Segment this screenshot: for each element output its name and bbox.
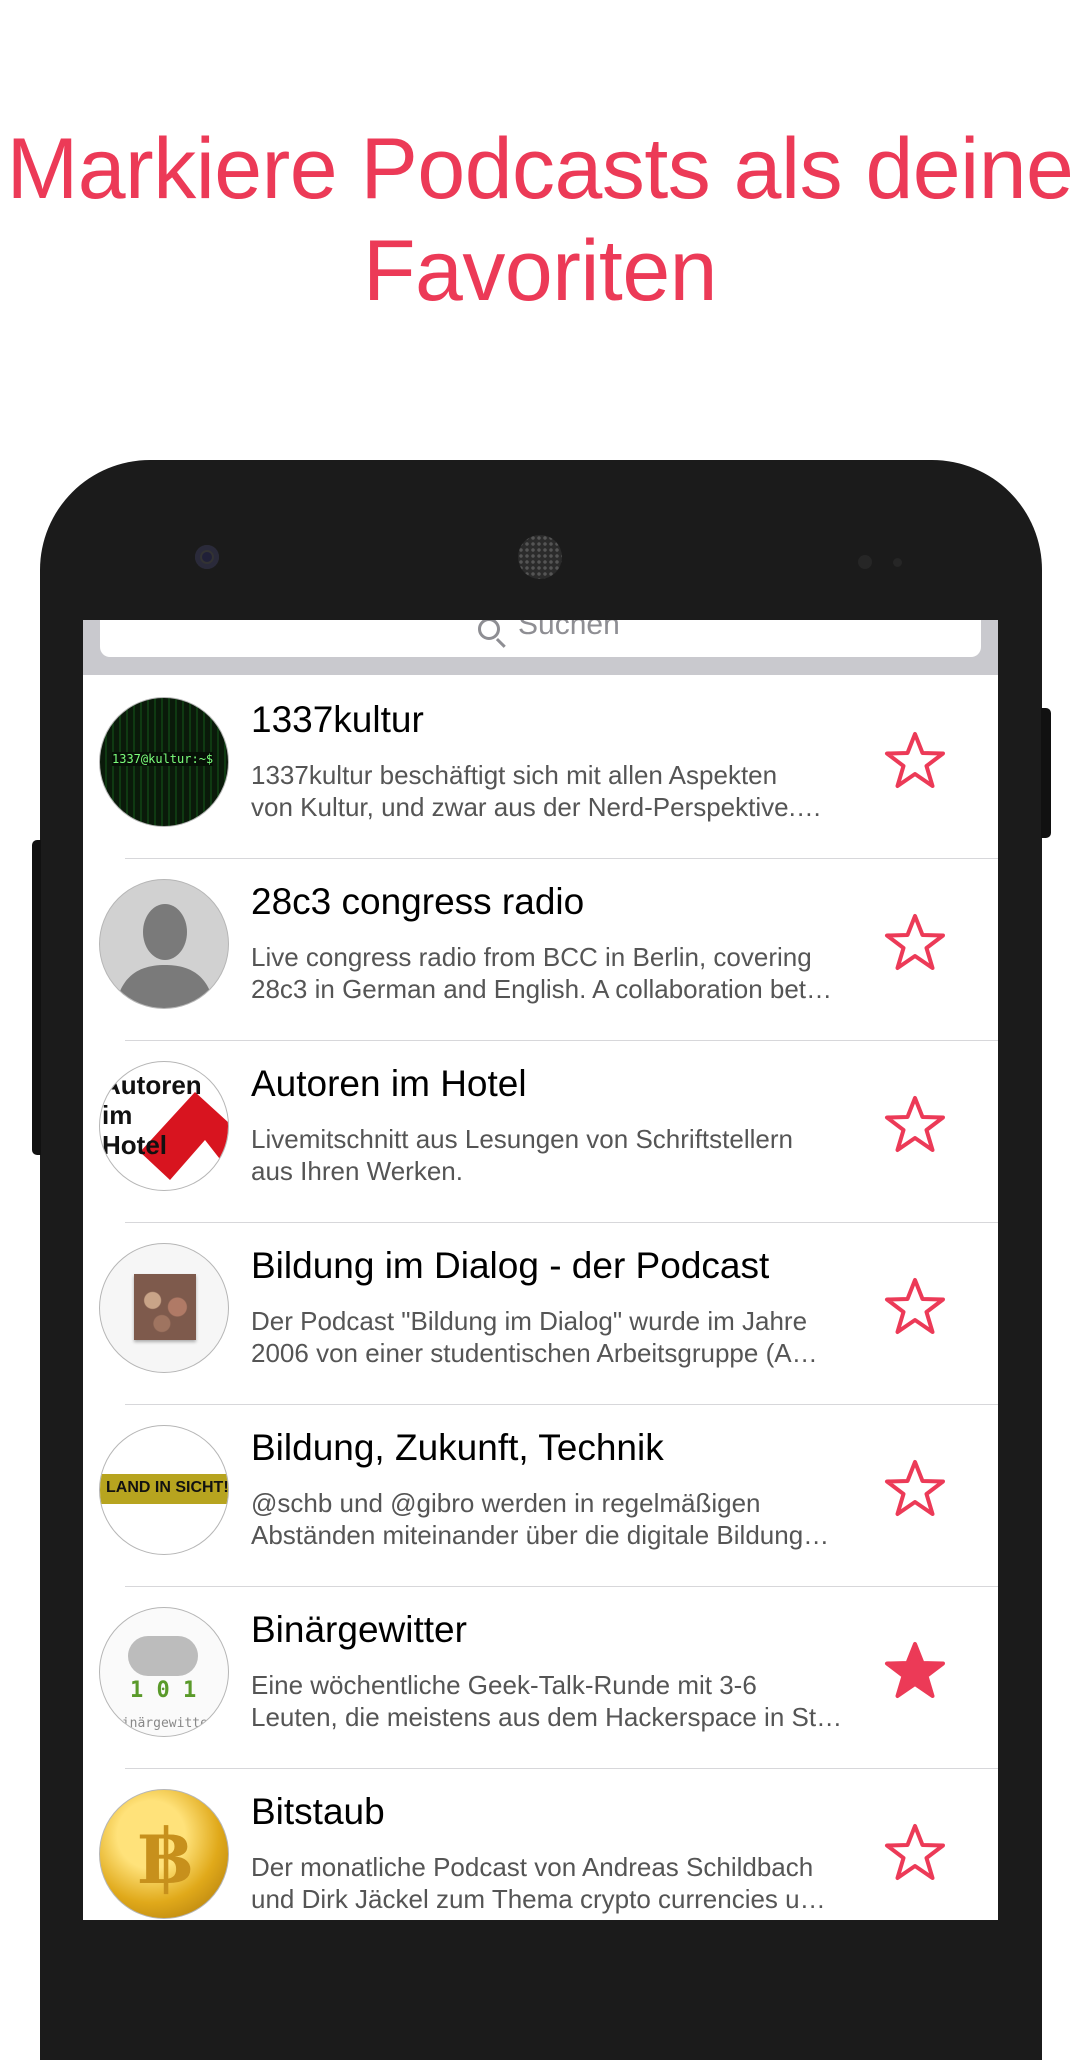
star-outline-icon[interactable] xyxy=(883,1821,947,1885)
podcast-row[interactable]: 1 0 1 binärgewitter Binärgewitter Eine w… xyxy=(83,1587,998,1769)
podcast-description: Live congress radio from BCC in Berlin, … xyxy=(251,941,881,1005)
podcast-row[interactable]: 1337@kultur:~$ 1337kultur 1337kultur bes… xyxy=(83,677,998,859)
star-outline-icon[interactable] xyxy=(883,1457,947,1521)
binary-graphic: 1 0 1 xyxy=(130,1678,197,1703)
light-sensor xyxy=(893,558,902,567)
description-line: von Kultur, und zwar aus der Nerd-Perspe… xyxy=(251,792,822,822)
podcast-artwork: LAND IN SICHT! xyxy=(99,1425,229,1555)
search-bar: Suchen xyxy=(83,620,998,675)
headline-line-2: Favoriten xyxy=(363,223,718,319)
side-button xyxy=(32,840,41,1155)
headline-line-1: Markiere Podcasts als deine xyxy=(6,121,1074,217)
podcast-row[interactable]: 28c3 congress radio Live congress radio … xyxy=(83,859,998,1041)
description-line: Der monatliche Podcast von Andreas Schil… xyxy=(251,1852,814,1882)
podcast-title: Autoren im Hotel xyxy=(251,1063,527,1104)
proximity-sensor xyxy=(858,555,872,569)
phone-screen: Suchen 1337@kultur:~$ 1337kultur 1337kul… xyxy=(83,620,998,1920)
podcast-artwork: Autoren im Hotel xyxy=(99,1061,229,1191)
podcast-title: Bildung im Dialog - der Podcast xyxy=(251,1245,770,1286)
person-placeholder-icon xyxy=(115,904,215,1008)
description-line: Eine wöchentliche Geek-Talk-Runde mit 3-… xyxy=(251,1670,757,1700)
description-line: 2006 von einer studentischen Arbeitsgrup… xyxy=(251,1338,818,1368)
podcast-row[interactable]: Bildung im Dialog - der Podcast Der Podc… xyxy=(83,1223,998,1405)
podcast-description: 1337kultur beschäftigt sich mit allen As… xyxy=(251,759,881,823)
description-line: @schb und @gibro werden in regelmäßigen xyxy=(251,1488,761,1518)
earpiece-speaker-icon xyxy=(518,535,562,579)
description-line: Abständen miteinander über die digitale … xyxy=(251,1520,830,1550)
star-outline-icon[interactable] xyxy=(883,911,947,975)
search-input[interactable]: Suchen xyxy=(100,620,981,657)
headline: Markiere Podcasts als deine Favoriten xyxy=(0,118,1080,322)
podcast-artwork: 1 0 1 binärgewitter xyxy=(99,1607,229,1737)
cloud-graphic xyxy=(128,1636,198,1676)
star-outline-icon[interactable] xyxy=(883,1093,947,1157)
description-line: aus Ihren Werken. xyxy=(251,1156,463,1186)
star-outline-icon[interactable] xyxy=(883,729,947,793)
star-filled-icon[interactable] xyxy=(883,1639,947,1703)
podcast-description: Der Podcast "Bildung im Dialog" wurde im… xyxy=(251,1305,881,1369)
description-line: und Dirk Jäckel zum Thema crypto currenc… xyxy=(251,1884,826,1914)
podcast-title: Binärgewitter xyxy=(251,1609,467,1650)
description-line: Live congress radio from BCC in Berlin, … xyxy=(251,942,812,972)
podcast-artwork: ฿ xyxy=(99,1789,229,1919)
podcast-artwork xyxy=(99,879,229,1009)
volume-button xyxy=(1041,708,1051,838)
podcast-description: Livemitschnitt aus Lesungen von Schrifts… xyxy=(251,1123,881,1187)
podcast-description: Eine wöchentliche Geek-Talk-Runde mit 3-… xyxy=(251,1669,881,1733)
search-icon xyxy=(478,620,500,640)
artwork-text: binärgewitter xyxy=(114,1716,216,1731)
artwork-photo xyxy=(134,1274,196,1340)
podcast-title: 1337kultur xyxy=(251,699,424,740)
description-line: Der Podcast "Bildung im Dialog" wurde im… xyxy=(251,1306,808,1336)
artwork-band: LAND IN SICHT! xyxy=(100,1474,229,1504)
search-placeholder: Suchen xyxy=(518,620,620,641)
podcast-title: Bitstaub xyxy=(251,1791,385,1832)
bitcoin-icon: ฿ xyxy=(138,1812,192,1901)
podcast-list: 1337@kultur:~$ 1337kultur 1337kultur bes… xyxy=(83,677,998,1920)
artwork-text: Autoren im Hotel xyxy=(102,1070,202,1160)
phone-top-bezel xyxy=(40,460,1042,620)
podcast-description: @schb und @gibro werden in regelmäßigen … xyxy=(251,1487,881,1551)
podcast-row[interactable]: Autoren im Hotel Autoren im Hotel Livemits… xyxy=(83,1041,998,1223)
front-camera-icon xyxy=(195,545,219,569)
description-line: Leuten, die meistens aus dem Hackerspace… xyxy=(251,1702,843,1732)
artwork-text: 1337@kultur:~$ xyxy=(112,752,214,766)
description-line: Livemitschnitt aus Lesungen von Schrifts… xyxy=(251,1124,793,1154)
podcast-row[interactable]: LAND IN SICHT! Bildung, Zukunft, Technik… xyxy=(83,1405,998,1587)
star-outline-icon[interactable] xyxy=(883,1275,947,1339)
description-line: 1337kultur beschäftigt sich mit allen As… xyxy=(251,760,778,790)
podcast-title: Bildung, Zukunft, Technik xyxy=(251,1427,664,1468)
podcast-row[interactable]: ฿ Bitstaub Der monatliche Podcast von An… xyxy=(83,1769,998,1920)
podcast-artwork: 1337@kultur:~$ xyxy=(99,697,229,827)
podcast-artwork xyxy=(99,1243,229,1373)
artwork-text: LAND IN SICHT! xyxy=(106,1479,229,1496)
podcast-description: Der monatliche Podcast von Andreas Schil… xyxy=(251,1851,881,1915)
podcast-title: 28c3 congress radio xyxy=(251,881,585,922)
description-line: 28c3 in German and English. A collaborat… xyxy=(251,974,833,1004)
